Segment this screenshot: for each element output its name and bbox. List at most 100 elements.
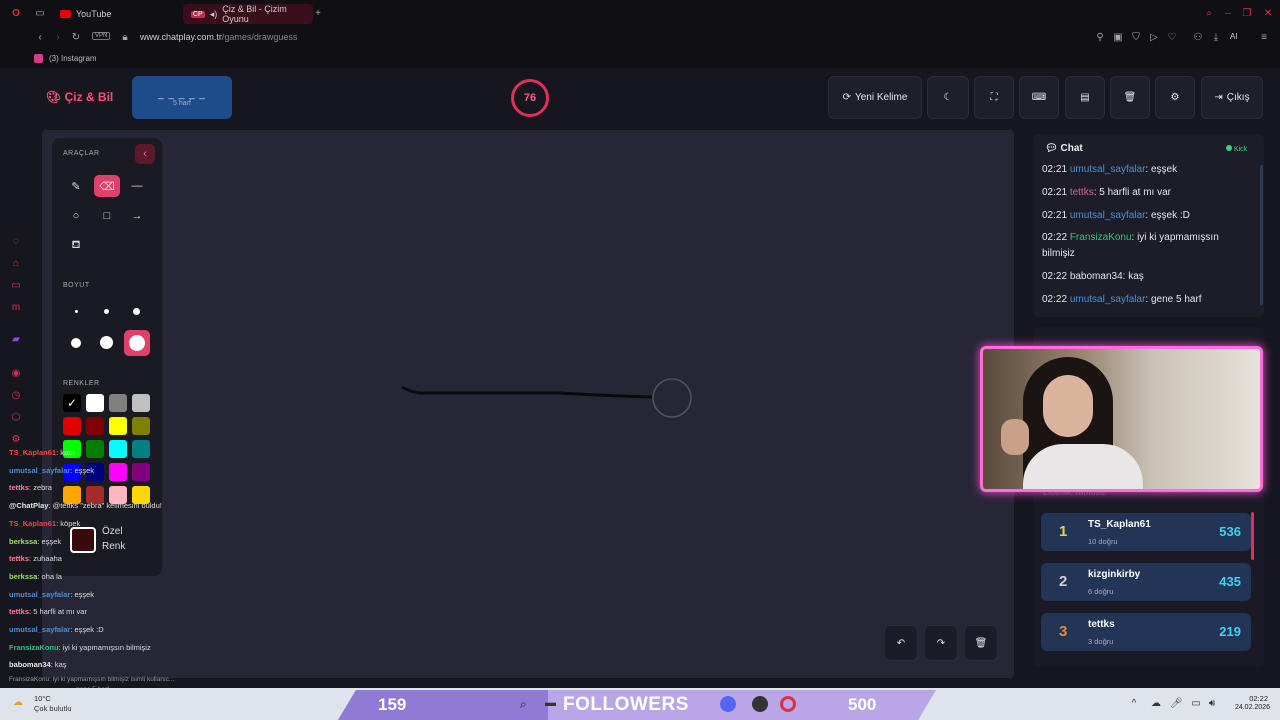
overlay-chat-message: @ChatPlay: @tettks "zebra" kelimesini bu… [9, 501, 162, 511]
player-name: tettks [1088, 619, 1115, 630]
overlay-user: tettks [9, 483, 30, 493]
player-score: 219 [1219, 624, 1241, 639]
circle-tool[interactable]: ○ [63, 205, 89, 227]
color-swatch[interactable] [86, 394, 104, 412]
clear-canvas-button[interactable]: 🗑︎ [964, 625, 998, 661]
weather-icon: ☁ [13, 697, 23, 708]
overlay-user: TS_Kaplan61 [9, 448, 57, 457]
size-3[interactable] [133, 308, 140, 315]
rank: 3 [1059, 623, 1068, 640]
player-name: kizginkirby [1088, 569, 1141, 580]
taskbar-date: 24.02.2026 [1234, 704, 1270, 711]
size-1[interactable] [75, 310, 78, 313]
undo-icon: ↶ [896, 637, 906, 649]
undo-button[interactable]: ↶ [884, 625, 918, 661]
tray-cloud-icon[interactable]: ☁ [1150, 698, 1162, 710]
size-6-dot [129, 335, 145, 351]
pen-tool[interactable]: ✎ [63, 175, 89, 197]
color-swatch[interactable] [86, 417, 104, 435]
overlay-chat-message: umutsal_sayfalar: eşşek [9, 465, 95, 475]
overlay-chat-message: TS_Kaplan61: katır [9, 448, 75, 457]
size-2[interactable] [104, 309, 109, 314]
chat-message: 02:21 umutsal_sayfalar: eşşek [1042, 164, 1178, 175]
color-swatch[interactable] [132, 394, 150, 412]
collapse-tools-button[interactable]: ‹ [135, 144, 155, 164]
chat-time: 02:22 [1042, 232, 1068, 243]
overlay-user: baboman34 [9, 660, 51, 670]
size-4[interactable] [71, 338, 81, 348]
overlay-chat-message: umutsal_sayfalar: eşşek [9, 589, 95, 599]
eraser-tool[interactable]: ⌫ [94, 175, 120, 197]
chat-user[interactable]: FransizaKonu [1070, 232, 1132, 243]
chat-bubble-icon: 💬︎ [1045, 143, 1058, 154]
overlay-chat-message: FransizaKonu: iyi ki yapmamışsın bilmişi… [9, 642, 151, 652]
redo-button[interactable]: ↷ [924, 625, 958, 661]
tray-chevron-up-icon[interactable]: ^ [1128, 698, 1140, 710]
color-swatch[interactable]: ✓ [63, 394, 81, 412]
taskbar-search-icon[interactable]: ⌕ [520, 697, 527, 712]
player-correct: 3 doğru [1088, 637, 1114, 646]
chat-text: kaş [1128, 271, 1144, 282]
color-swatch[interactable] [109, 417, 127, 435]
leaderboard-row: 1 TS_Kaplan61 10 doğru 536 [1041, 513, 1251, 551]
line-icon: — [131, 180, 143, 192]
color-swatch[interactable] [109, 394, 127, 412]
overlay-text: eşşek [74, 589, 95, 599]
leaderboard-row: 2 kizginkirby 6 doğru 435 [1041, 563, 1251, 601]
taskbar-explorer-icon[interactable]: ▬ [545, 697, 556, 709]
followers-progress-fill [338, 690, 548, 720]
chat-message: 02:21 umutsal_sayfalar: eşşek :D [1042, 210, 1190, 221]
chat-text: gene 5 harf [1150, 294, 1202, 305]
overlay-text: iyi ki yapmamışsın bilmişiz [62, 642, 151, 652]
chat-text: eşşek :D [1150, 210, 1190, 221]
overlay-user: umutsal_sayfalar [9, 465, 71, 475]
leaderboard-row: 3 tettks 3 doğru 219 [1041, 613, 1251, 651]
size-5[interactable] [100, 336, 113, 349]
rank: 1 [1059, 523, 1068, 540]
taskbar-opera-icon[interactable] [780, 696, 796, 712]
player-score: 435 [1219, 574, 1241, 589]
arrow-right-icon: → [131, 210, 143, 222]
overlay-chat-message: berkssa: eşşek [9, 536, 62, 546]
overlay-text: 5 harfli at mı var [33, 607, 87, 617]
online-dot-icon [1226, 145, 1232, 151]
fill-tool[interactable]: ⛾ [63, 235, 89, 257]
square-icon: □ [103, 210, 111, 222]
followers-current: 159 [378, 695, 407, 714]
overlay-text: kaş [54, 660, 67, 670]
overlay-user: berkssa [9, 571, 38, 581]
overlay-user: umutsal_sayfalar [9, 589, 71, 599]
color-swatch[interactable] [132, 417, 150, 435]
color-swatch[interactable] [63, 417, 81, 435]
taskbar-obs-icon[interactable] [752, 696, 768, 712]
tray-display-icon[interactable]: ▭ [1190, 698, 1202, 710]
chat-scrollbar[interactable] [1260, 165, 1263, 305]
chat-user[interactable]: umutsal_sayfalar [1070, 164, 1146, 175]
chat-user[interactable]: tettks [1070, 187, 1094, 198]
tray-speaker-icon[interactable]: 🔊︎ [1206, 698, 1218, 710]
taskbar-discord-icon[interactable] [720, 696, 736, 712]
arrow-tool[interactable]: → [124, 205, 150, 227]
rectangle-tool[interactable]: □ [94, 205, 120, 227]
chat-text: 5 harfli at mı var [1099, 187, 1171, 198]
chat-user[interactable]: baboman34 [1070, 271, 1123, 282]
chat-user[interactable]: umutsal_sayfalar [1070, 210, 1146, 221]
followers-label: FOLLOWERS [563, 694, 689, 715]
trash-icon: 🗑︎ [974, 637, 988, 649]
overlay-text: eşşek [41, 536, 62, 546]
overlay-user: FransizaKonu [9, 642, 59, 652]
chat-user[interactable]: umutsal_sayfalar [1070, 294, 1146, 305]
overlay-chat-tail: FransizaKonu: iyi ki yapmamışsın bilmişi… [9, 676, 175, 683]
followers-goal-bar: 159 FOLLOWERS 500 [338, 690, 936, 720]
stream-chat-overlay: TS_Kaplan61: katır umutsal_sayfalar: eşşe… [4, 444, 218, 693]
overlay-chat-message: berkssa: oha la [9, 571, 62, 581]
tray-mic-icon[interactable]: 🎤︎ [1170, 698, 1183, 710]
player-name: TS_Kaplan61 [1088, 519, 1151, 530]
chat-time: 02:22 [1042, 294, 1068, 305]
overlay-text: köpek [60, 518, 81, 528]
paint-bucket-icon: ⛾ [71, 239, 81, 251]
line-tool[interactable]: — [124, 175, 150, 197]
overlay-text: oha la [41, 571, 62, 581]
leaderboard-scrollbar[interactable] [1251, 512, 1254, 560]
overlay-text: @tettks "zebra" kelimesini buldu! [52, 501, 162, 511]
